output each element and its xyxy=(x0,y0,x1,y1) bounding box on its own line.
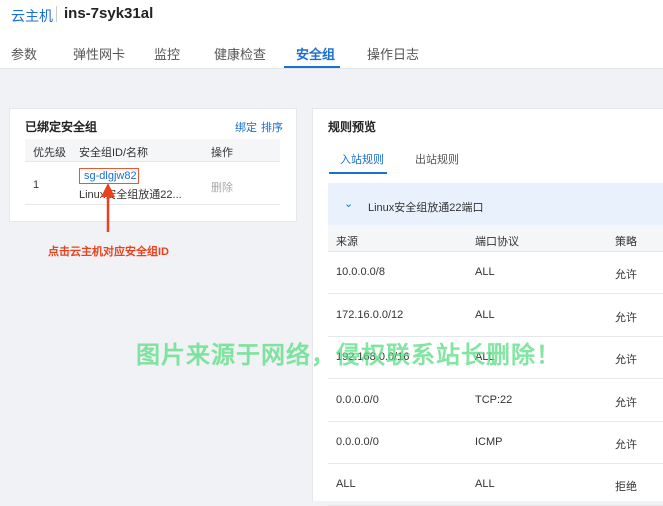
rule-protocol: TCP:22 xyxy=(475,394,513,406)
table-row: 0.0.0.0/0 TCP:22 允许 xyxy=(328,379,663,422)
detail-tabs: 参数 弹性网卡 监控 健康检查 安全组 操作日志 xyxy=(0,30,663,69)
breadcrumb-separator xyxy=(56,6,57,22)
rule-group-header[interactable]: ⌄ Linux安全组放通22端口 xyxy=(328,183,663,225)
table-row: 10.0.0.0/8 ALL 允许 xyxy=(328,251,663,294)
col-protocol: 端口协议 xyxy=(475,236,519,248)
rule-protocol: ICMP xyxy=(475,436,503,448)
col-priority: 优先级 xyxy=(33,147,66,159)
col-id-name: 安全组ID/名称 xyxy=(79,147,149,159)
annotation-text: 点击云主机对应安全组ID xyxy=(48,246,169,258)
tab-security-group[interactable]: 安全组 xyxy=(296,44,335,63)
security-group-name: Linux安全组放通22... xyxy=(79,189,182,201)
rule-protocol: ALL xyxy=(475,309,495,321)
tab-eni[interactable]: 弹性网卡 xyxy=(73,44,125,63)
col-ops: 操作 xyxy=(211,147,233,159)
rule-protocol: ALL xyxy=(475,478,495,490)
priority-value: 1 xyxy=(33,179,40,191)
bound-security-groups-panel: 已绑定安全组 绑定 排序 优先级 安全组ID/名称 操作 1 sg-dlgjw8… xyxy=(9,108,297,222)
tab-operation-log[interactable]: 操作日志 xyxy=(367,44,419,63)
rule-protocol: ALL xyxy=(475,266,495,278)
active-rule-tab-indicator xyxy=(329,172,387,174)
col-source: 来源 xyxy=(336,236,358,248)
rule-policy: 允许 xyxy=(615,354,637,366)
tab-outbound-rules[interactable]: 出站规则 xyxy=(415,151,459,167)
table-header: 优先级 安全组ID/名称 操作 xyxy=(25,139,280,162)
breadcrumb-root[interactable]: 云主机 xyxy=(11,6,53,26)
delete-action[interactable]: 删除 xyxy=(211,179,233,195)
chevron-down-icon[interactable]: ⌄ xyxy=(344,197,353,210)
table-row: 172.16.0.0/12 ALL 允许 xyxy=(328,294,663,337)
tab-health-check[interactable]: 健康检查 xyxy=(214,44,266,63)
tab-inbound-rules[interactable]: 入站规则 xyxy=(340,151,384,167)
instance-id: ins-7syk31al xyxy=(64,5,154,22)
rules-table-header: 来源 端口协议 策略 xyxy=(328,225,663,252)
rules-preview-panel: 规则预览 入站规则 出站规则 ⌄ Linux安全组放通22端口 来源 端口协议 … xyxy=(312,108,663,506)
rule-policy: 允许 xyxy=(615,269,637,281)
rule-policy: 允许 xyxy=(615,312,637,324)
panel-title: 已绑定安全组 xyxy=(25,120,98,134)
rule-group-name: Linux安全组放通22端口 xyxy=(368,202,484,214)
rule-source: 172.16.0.0/12 xyxy=(336,309,404,321)
sort-link[interactable]: 排序 xyxy=(261,119,283,135)
table-row: 1 sg-dlgjw82 Linux安全组放通22... 删除 xyxy=(25,162,280,205)
top-bar: 云主机 ins-7syk31al xyxy=(0,0,663,30)
security-group-id-link[interactable]: sg-dlgjw82 xyxy=(84,170,137,182)
col-policy: 策略 xyxy=(615,236,637,248)
rule-source: 10.0.0.0/8 xyxy=(336,266,385,278)
rule-policy: 允许 xyxy=(615,397,637,409)
active-tab-indicator xyxy=(284,66,340,68)
tab-params[interactable]: 参数 xyxy=(11,44,37,63)
rule-policy: 拒绝 xyxy=(615,481,637,493)
rule-source: 0.0.0.0/0 xyxy=(336,436,379,448)
rule-source: 0.0.0.0/0 xyxy=(336,394,379,406)
watermark-text: 图片来源于网络，侵权联系站长删除！ xyxy=(136,342,561,369)
table-row: 0.0.0.0/0 ICMP 允许 xyxy=(328,421,663,464)
sg-highlight-box: sg-dlgjw82 xyxy=(79,168,139,184)
rule-source: ALL xyxy=(336,478,356,490)
bind-link[interactable]: 绑定 xyxy=(235,119,257,135)
rule-policy: 允许 xyxy=(615,439,637,451)
rules-preview-title: 规则预览 xyxy=(328,120,377,134)
tab-monitor[interactable]: 监控 xyxy=(154,44,180,63)
